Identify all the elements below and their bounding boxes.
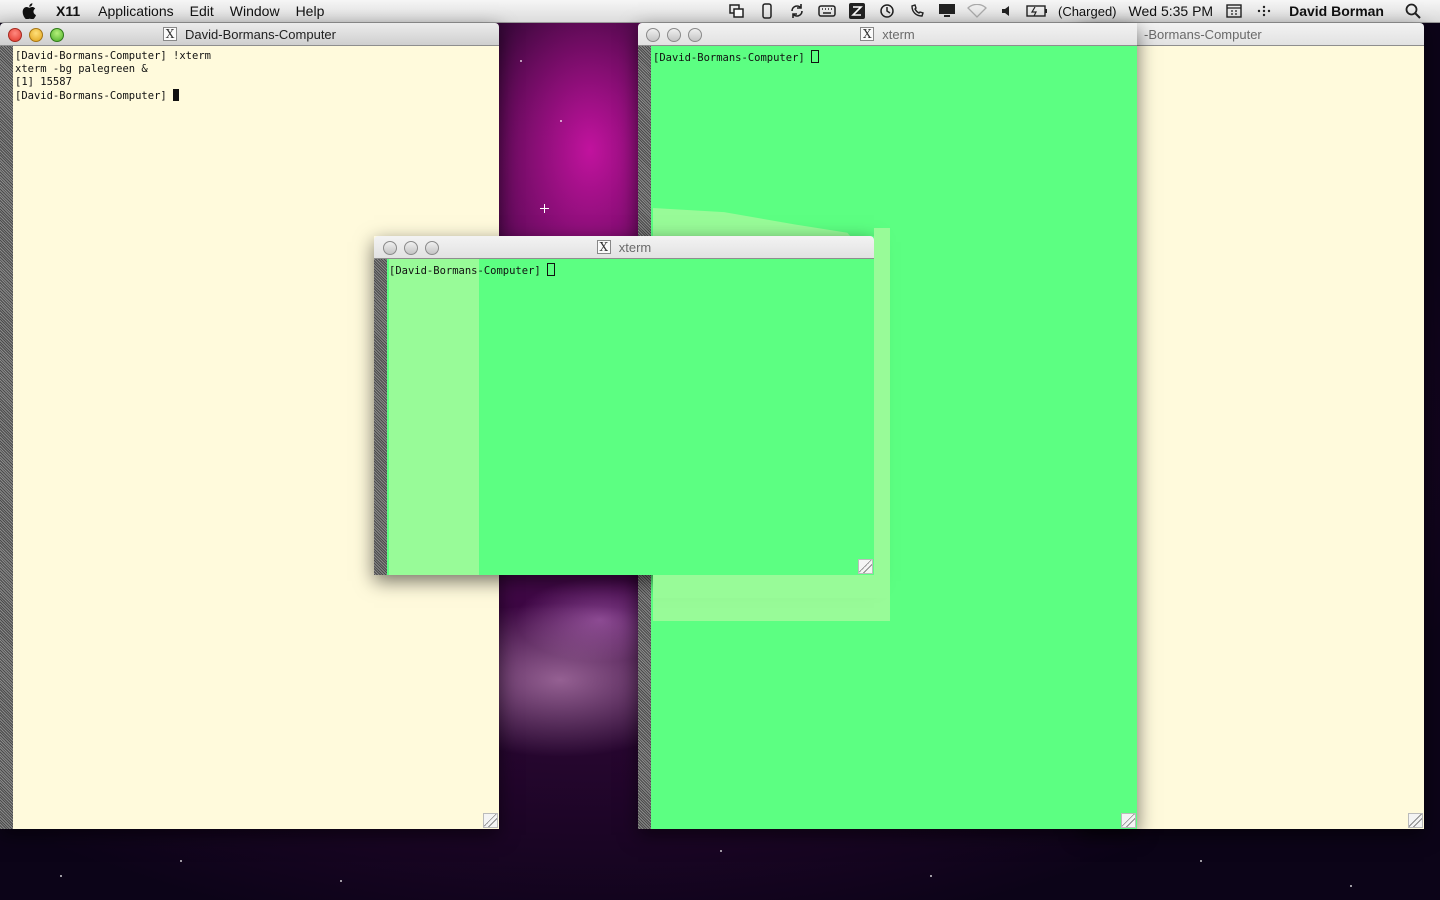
minimize-button[interactable]: [667, 28, 681, 42]
resize-grip[interactable]: [483, 813, 498, 828]
zoom-button[interactable]: [425, 241, 439, 255]
menu-help[interactable]: Help: [288, 3, 333, 19]
calendar-icon[interactable]: [1223, 3, 1245, 19]
terminal-prompt: [David-Bormans-Computer]: [653, 52, 812, 64]
redraw-artifact-edge: [874, 228, 890, 598]
volume-icon[interactable]: [996, 3, 1018, 19]
window-title: xterm: [618, 239, 652, 255]
resize-grip[interactable]: [1121, 813, 1136, 828]
resize-grip[interactable]: [1408, 813, 1423, 828]
window-titlebar[interactable]: X xterm: [374, 236, 874, 259]
display-icon[interactable]: [936, 3, 958, 19]
zoom-button[interactable]: [50, 28, 64, 42]
menu-user-name[interactable]: David Borman: [1289, 3, 1384, 19]
minimize-button[interactable]: [404, 241, 418, 255]
zoom-button[interactable]: [688, 28, 702, 42]
text-cursor: [811, 50, 820, 63]
menu-clock[interactable]: Wed 5:35 PM: [1129, 3, 1214, 19]
menu-applications[interactable]: Applications: [90, 3, 182, 19]
redraw-artifact-bottom: [653, 575, 890, 598]
sync-icon[interactable]: [786, 3, 808, 19]
terminal-prompt: [David-Bormans-Computer]: [15, 90, 174, 102]
terminal-output: [David-Bormans-Computer]: [389, 263, 874, 575]
resize-grip[interactable]: [858, 559, 873, 574]
menu-extras: (Charged) Wed 5:35 PM David Borman: [722, 0, 1440, 22]
minimize-button[interactable]: [29, 28, 43, 42]
bluetooth-icon[interactable]: [1253, 3, 1275, 19]
window-titlebar[interactable]: X David-Bormans-Computer: [0, 23, 499, 46]
window-title: David-Bormans-Computer: [185, 26, 336, 42]
bright-star: [540, 204, 549, 213]
close-button[interactable]: [383, 241, 397, 255]
close-button[interactable]: [646, 28, 660, 42]
menu-edit[interactable]: Edit: [182, 3, 222, 19]
spaces-icon[interactable]: [726, 3, 748, 19]
spotlight-search-icon[interactable]: [1402, 3, 1424, 19]
terminal-line: [David-Bormans-Computer] !xterm: [15, 50, 211, 62]
x11-icon: X: [163, 27, 177, 41]
terminal-line: [1] 15587: [15, 76, 72, 88]
terminal-line: xterm -bg palegreen &: [15, 63, 148, 75]
sleep-icon[interactable]: [846, 3, 868, 19]
phone-icon[interactable]: [756, 3, 778, 19]
phone-handset-icon[interactable]: [906, 3, 928, 19]
xterm-window-center[interactable]: X xterm [David-Bormans-Computer]: [374, 236, 874, 575]
text-cursor: [547, 263, 556, 276]
keyboard-icon[interactable]: [816, 3, 838, 19]
window-title: -Bormans-Computer: [1144, 26, 1262, 42]
battery-icon[interactable]: [1026, 3, 1048, 19]
apple-menu-icon[interactable]: [18, 0, 40, 22]
menu-app-name[interactable]: X11: [52, 3, 90, 19]
scrollbar[interactable]: [0, 46, 13, 829]
wifi-icon[interactable]: [966, 3, 988, 19]
time-machine-icon[interactable]: [876, 3, 898, 19]
x11-icon: X: [860, 27, 875, 41]
terminal-prompt: [David-Bormans-Computer]: [389, 265, 548, 277]
scrollbar[interactable]: [374, 259, 387, 575]
text-cursor: [173, 89, 180, 101]
menu-bar: X11 Applications Edit Window Help (Charg…: [0, 0, 1440, 23]
battery-status[interactable]: (Charged): [1058, 4, 1117, 19]
menu-window[interactable]: Window: [222, 3, 288, 19]
terminal-prompt-line: [David-Bormans-Computer]: [15, 89, 499, 103]
close-button[interactable]: [8, 28, 22, 42]
terminal-content-area[interactable]: [David-Bormans-Computer]: [374, 259, 874, 575]
window-title: xterm: [882, 26, 915, 42]
window-titlebar[interactable]: X xterm: [638, 23, 1137, 46]
x11-icon: X: [596, 240, 611, 254]
